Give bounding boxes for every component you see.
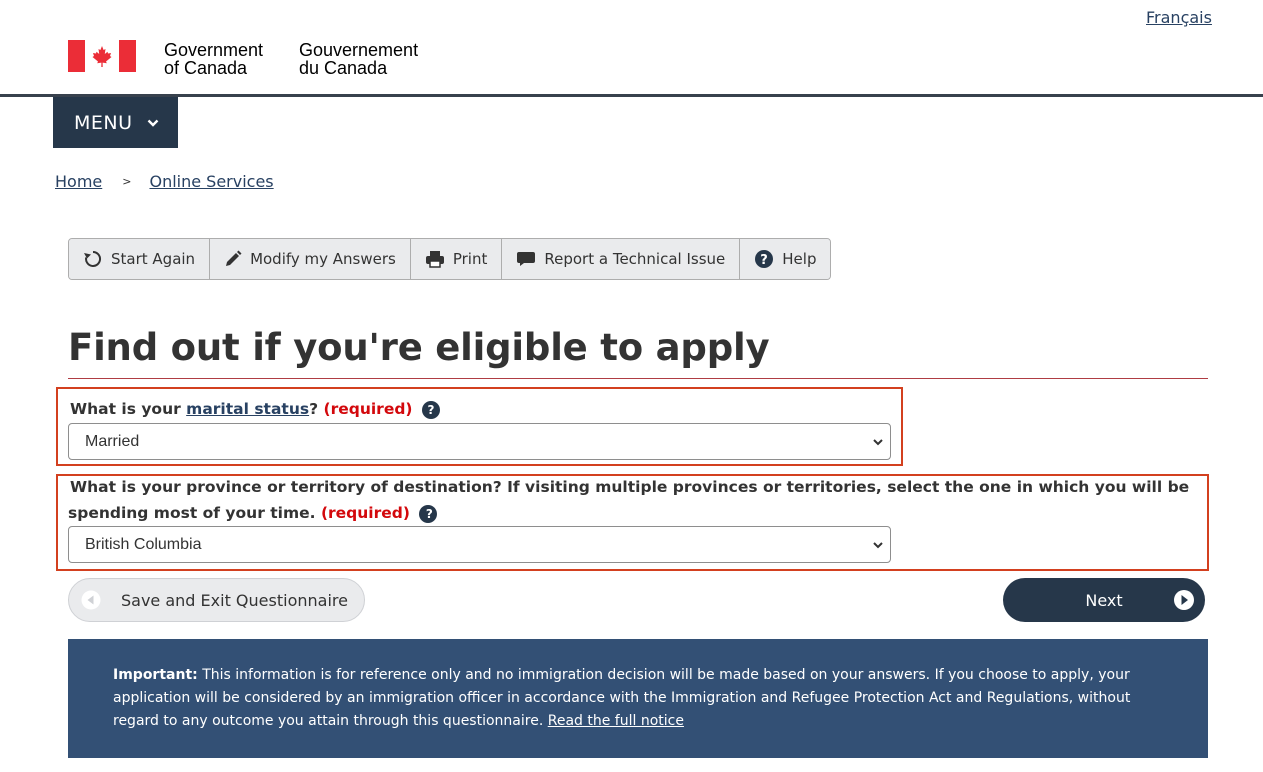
next-label: Next <box>1085 590 1123 610</box>
modify-answers-button[interactable]: Modify my Answers <box>210 239 411 279</box>
province-selected-value: British Columbia <box>85 535 202 553</box>
arrow-right-circle-icon <box>1174 590 1194 610</box>
required-indicator: (required) <box>323 400 413 418</box>
question-help-icon[interactable]: ? <box>421 400 440 419</box>
signature-en-line1: Government <box>164 40 264 60</box>
signature-fr-line2: du Canada <box>299 58 388 78</box>
marital-prefix: What is your <box>70 400 187 418</box>
comment-icon <box>517 252 536 266</box>
report-issue-label: Report a Technical Issue <box>544 250 726 268</box>
notice-label: Important: <box>113 667 198 683</box>
arrow-left-circle-icon <box>81 590 101 610</box>
start-again-label: Start Again <box>111 250 196 268</box>
province-label: What is your province or territory of de… <box>68 474 1208 526</box>
svg-text:?: ? <box>760 253 768 268</box>
province-question-text: What is your province or territory of de… <box>68 478 1190 522</box>
canada-flag-icon <box>68 40 136 72</box>
breadcrumb-online-services-link[interactable]: Online Services <box>149 172 273 191</box>
province-select[interactable]: British Columbia <box>68 526 891 563</box>
marital-suffix: ? <box>309 400 319 418</box>
refresh-icon <box>84 250 102 267</box>
important-notice: Important: This information is for refer… <box>68 639 1208 758</box>
title-underline <box>68 378 1208 379</box>
help-button[interactable]: ? Help <box>740 239 831 279</box>
marital-status-label: What is your marital status? (required) … <box>70 396 440 422</box>
marital-status-select[interactable]: Married <box>68 423 891 460</box>
menu-button[interactable]: MENU <box>53 97 178 148</box>
breadcrumb-separator: > <box>122 175 132 188</box>
marital-status-link[interactable]: marital status <box>186 400 309 418</box>
government-signature[interactable]: Government of Canada Gouvernement du Can… <box>68 38 418 77</box>
breadcrumb-home-link[interactable]: Home <box>55 172 102 191</box>
chevron-down-icon <box>873 439 883 446</box>
marital-selected-value: Married <box>85 432 140 450</box>
read-full-notice-link[interactable]: Read the full notice <box>548 713 684 729</box>
start-again-button[interactable]: Start Again <box>69 239 211 279</box>
chevron-down-icon <box>147 119 158 127</box>
page-title: Find out if you're eligible to apply <box>68 326 770 369</box>
print-button[interactable]: Print <box>410 239 503 279</box>
chevron-down-icon <box>873 542 883 549</box>
next-button[interactable]: Next <box>1003 578 1205 622</box>
modify-answers-label: Modify my Answers <box>250 250 396 268</box>
header-divider <box>0 94 1263 97</box>
signature-french: Gouvernement du Canada <box>299 41 418 77</box>
menu-label: MENU <box>74 111 133 134</box>
help-label: Help <box>782 250 817 268</box>
signature-english: Government of Canada <box>164 41 263 77</box>
save-exit-label: Save and Exit Questionnaire <box>121 590 348 610</box>
required-indicator: (required) <box>320 504 410 522</box>
signature-fr-line1: Gouvernement <box>299 40 419 60</box>
question-circle-icon: ? <box>755 250 774 268</box>
signature-en-line2: of Canada <box>164 58 248 78</box>
questionnaire-toolbar: Start Again Modify my Answers Print Repo… <box>68 238 832 280</box>
breadcrumb: Home > Online Services <box>55 172 274 191</box>
print-label: Print <box>452 250 488 268</box>
language-toggle-link[interactable]: Français <box>1146 8 1212 27</box>
question-help-icon[interactable]: ? <box>419 504 438 523</box>
report-issue-button[interactable]: Report a Technical Issue <box>502 239 741 279</box>
save-exit-button[interactable]: Save and Exit Questionnaire <box>68 578 365 622</box>
printer-icon <box>425 251 444 268</box>
pencil-icon <box>226 250 242 266</box>
